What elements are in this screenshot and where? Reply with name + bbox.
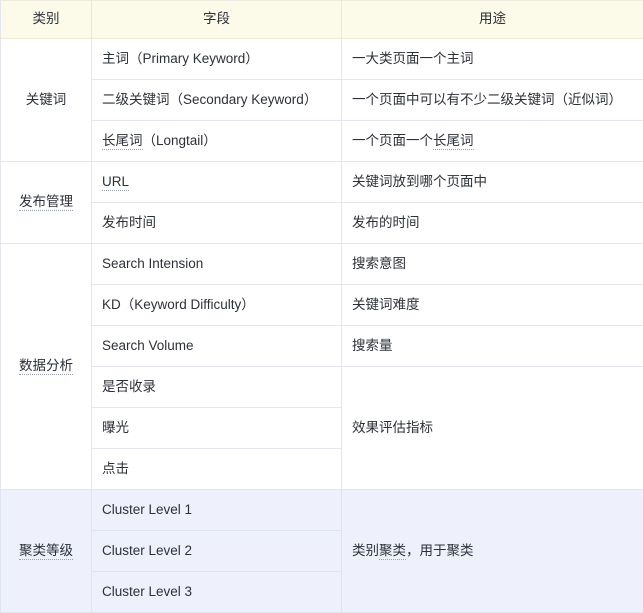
- purpose-cell: 一个页面中可以有不少二级关键词（近似词）: [342, 80, 643, 121]
- field-cell: URL: [92, 162, 342, 203]
- column-header-field: 字段: [92, 1, 342, 39]
- column-header-purpose: 用途: [342, 1, 643, 39]
- category-cell: 发布管理: [1, 162, 92, 244]
- table-row: 数据分析Search Intension搜索意图: [1, 244, 643, 285]
- field-cell: 二级关键词（Secondary Keyword）: [92, 80, 342, 121]
- field-cell: 主词（Primary Keyword）: [92, 39, 342, 80]
- category-cell: 聚类等级: [1, 490, 92, 613]
- category-label: 发布管理: [19, 194, 73, 211]
- spellcheck-underline: 长尾词: [433, 133, 474, 150]
- field-cell: Search Intension: [92, 244, 342, 285]
- field-cell: Cluster Level 3: [92, 572, 342, 613]
- table-header-row: 类别 字段 用途: [1, 1, 643, 39]
- field-cell: KD（Keyword Difficulty）: [92, 285, 342, 326]
- field-cell: 发布时间: [92, 203, 342, 244]
- purpose-cell: 搜索意图: [342, 244, 643, 285]
- table-row: 关键词主词（Primary Keyword）一大类页面一个主词: [1, 39, 643, 80]
- table-row: 发布管理URL关键词放到哪个页面中: [1, 162, 643, 203]
- field-cell: 点击: [92, 449, 342, 490]
- table-header: 类别 字段 用途: [1, 1, 643, 39]
- purpose-cell: 类别聚类，用于聚类: [342, 490, 643, 613]
- purpose-cell: 发布的时间: [342, 203, 643, 244]
- field-cell: 长尾词（Longtail）: [92, 121, 342, 162]
- purpose-cell: 关键词放到哪个页面中: [342, 162, 643, 203]
- category-cell: 数据分析: [1, 244, 92, 490]
- table-row: 发布时间发布的时间: [1, 203, 643, 244]
- seo-keyword-field-table: 类别 字段 用途 关键词主词（Primary Keyword）一大类页面一个主词…: [0, 0, 643, 613]
- field-cell: 是否收录: [92, 367, 342, 408]
- purpose-cell: 搜索量: [342, 326, 643, 367]
- table-row: 二级关键词（Secondary Keyword）一个页面中可以有不少二级关键词（…: [1, 80, 643, 121]
- field-cell: Cluster Level 2: [92, 531, 342, 572]
- purpose-cell: 一个页面一个长尾词: [342, 121, 643, 162]
- field-cell: Cluster Level 1: [92, 490, 342, 531]
- category-cell: 关键词: [1, 39, 92, 162]
- table-row: 聚类等级Cluster Level 1类别聚类，用于聚类: [1, 490, 643, 531]
- purpose-cell: 一大类页面一个主词: [342, 39, 643, 80]
- spellcheck-underline: 长尾词: [102, 133, 143, 150]
- column-header-category: 类别: [1, 1, 92, 39]
- category-label: 关键词: [26, 92, 67, 107]
- field-cell: Search Volume: [92, 326, 342, 367]
- spellcheck-underline: URL: [102, 174, 129, 191]
- purpose-cell: 效果评估指标: [342, 367, 643, 490]
- table-body: 关键词主词（Primary Keyword）一大类页面一个主词二级关键词（Sec…: [1, 39, 643, 613]
- category-label: 数据分析: [19, 358, 73, 375]
- spellcheck-underline: 聚类: [379, 543, 406, 560]
- purpose-cell: 关键词难度: [342, 285, 643, 326]
- field-cell: 曝光: [92, 408, 342, 449]
- category-label: 聚类等级: [19, 543, 73, 560]
- table-row: 长尾词（Longtail）一个页面一个长尾词: [1, 121, 643, 162]
- table-row: KD（Keyword Difficulty）关键词难度: [1, 285, 643, 326]
- table-row: 是否收录效果评估指标: [1, 367, 643, 408]
- table-row: Search Volume搜索量: [1, 326, 643, 367]
